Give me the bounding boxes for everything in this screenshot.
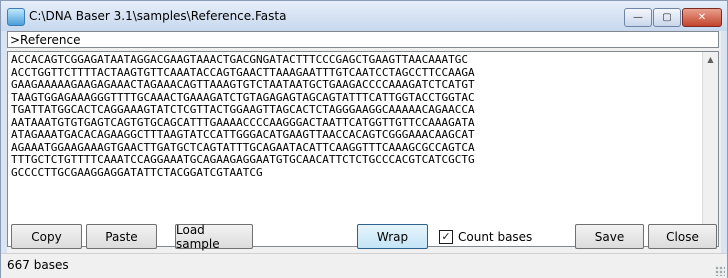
close-button[interactable]: Close [648,224,717,249]
count-bases-checkbox[interactable]: ✓ [439,230,453,244]
scroll-up-arrow-icon[interactable]: ▲ [703,52,718,67]
app-window: C:\DNA Baser 3.1\samples\Reference.Fasta… [0,0,728,278]
title-bar[interactable]: C:\DNA Baser 3.1\samples\Reference.Fasta… [1,1,727,31]
app-icon [7,8,25,26]
close-icon: ✕ [697,12,707,23]
maximize-icon: ▢ [662,12,672,23]
base-count-status: 667 bases [7,258,69,272]
sequence-line: GCCCCTTGCGAAGGAGGATATTCTACGGATCGTAATCG [11,165,263,179]
save-button[interactable]: Save [575,224,644,249]
sequence-text: ACCACAGTCGGAGATAATAGGACGAAGTAAACTGACGNGA… [11,53,701,179]
minimize-icon: — [633,12,643,23]
vertical-scrollbar[interactable]: ▲ ▼ [702,52,718,246]
sequence-text-area[interactable]: ACCACAGTCGGAGATAATAGGACGAAGTAAACTGACGNGA… [7,51,719,247]
load-sample-button[interactable]: Load sample [175,223,253,251]
window-title: C:\DNA Baser 3.1\samples\Reference.Fasta [29,9,287,23]
sequence-line: ACCACAGTCGGAGATAATAGGACGAAGTAAACTGACGNGA… [11,53,468,66]
maximize-button[interactable]: ▢ [653,8,681,27]
sequence-line: GAAGAAAAAGAAGAGAAACTAGAAACAGTTAAAGTGTCTA… [11,78,475,91]
sequence-line: ATAGAAATGACACAGAAGGCTTTAAGTATCCATTGGGACA… [11,128,475,141]
sequence-header-field[interactable]: >Reference [7,31,719,48]
minimize-button[interactable]: — [624,8,652,27]
status-bar: 667 bases [1,253,727,278]
count-bases-option[interactable]: ✓ Count bases [439,229,532,245]
sequence-line: TGATTATGGCACTCAGGAAAGTATCTCGTTACTGGAAGTT… [11,103,475,116]
close-window-button[interactable]: ✕ [682,8,722,27]
sequence-line: TTTGCTCTGTTTTCAAATCCAGGAAATGCAGAAGAGGAAT… [11,153,475,166]
count-bases-label: Count bases [458,230,533,244]
paste-button[interactable]: Paste [86,224,157,249]
copy-button[interactable]: Copy [11,224,82,249]
wrap-toggle-button[interactable]: Wrap [357,224,428,249]
resize-grip-icon[interactable] [715,266,725,276]
client-area: >Reference ACCACAGTCGGAGATAATAGGACGAAGTA… [7,31,721,275]
